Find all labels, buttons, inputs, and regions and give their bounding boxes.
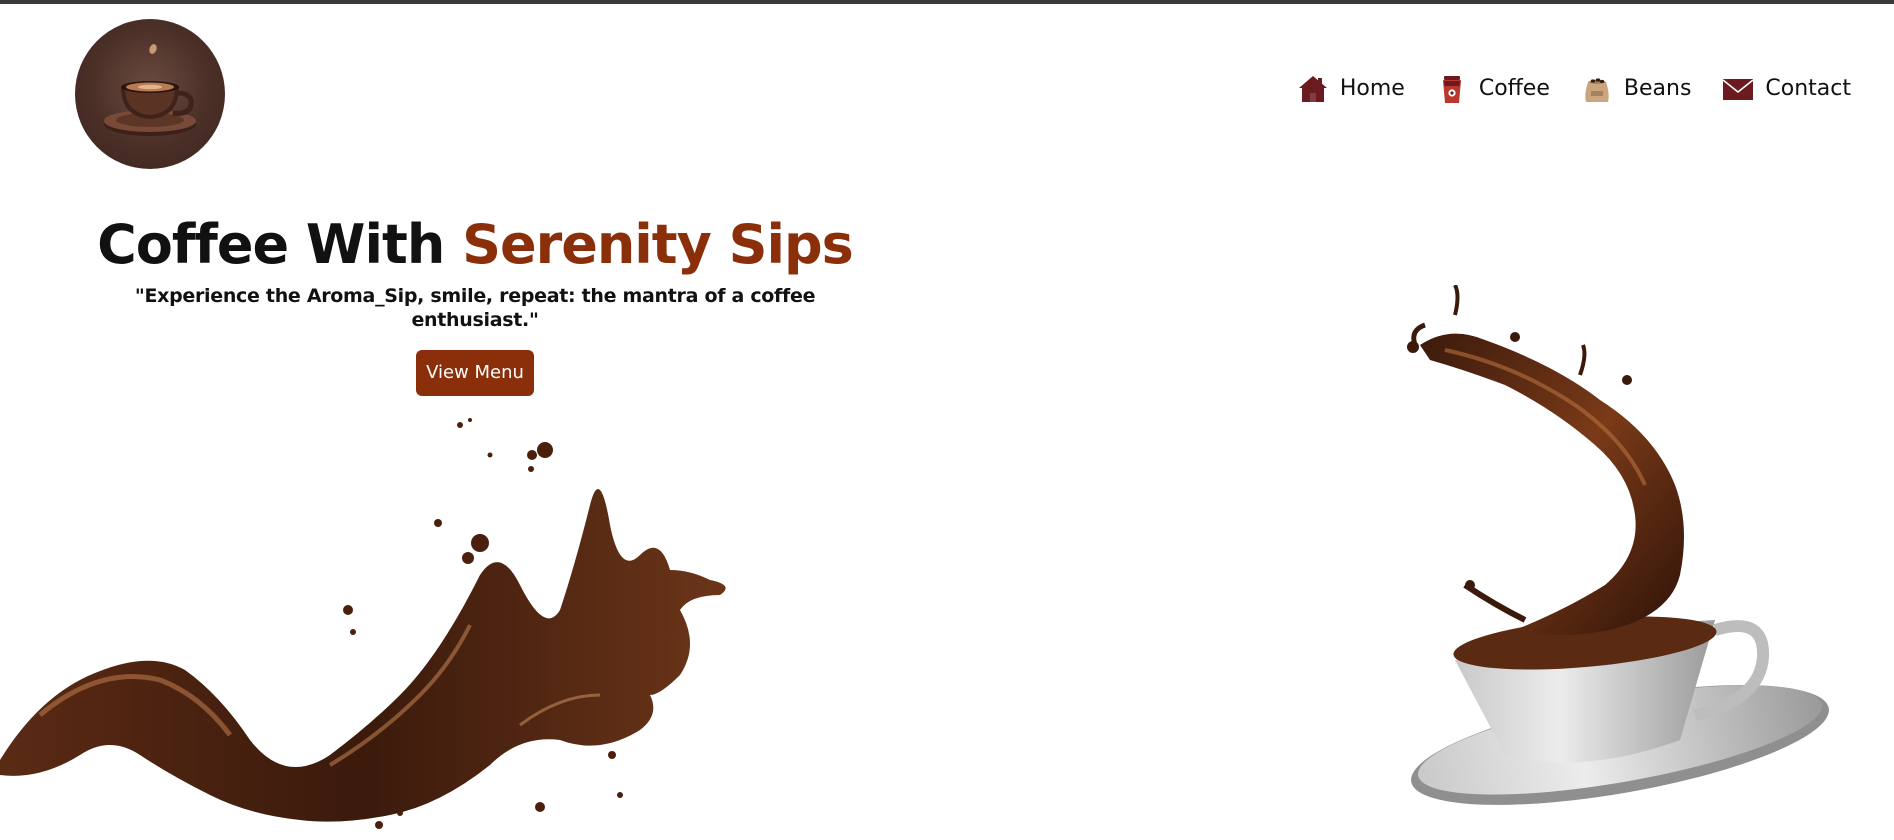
coffee-cup-icon [1435,72,1469,106]
main-nav: Home Coffee Beans Contact [1266,72,1851,106]
envelope-icon [1721,72,1755,106]
nav-label-contact: Contact [1765,76,1851,101]
top-border [0,0,1894,4]
hero-quote: "Experience the Aroma_Sip, smile, repeat… [134,285,816,331]
home-icon [1296,72,1330,106]
hero-title-main: Coffee With [97,213,463,276]
coffee-cup-logo-icon [104,44,196,136]
nav-label-home: Home [1339,76,1405,101]
nav-item-contact[interactable]: Contact [1721,72,1851,106]
coffee-cup-splash-image [1355,285,1835,815]
nav-label-coffee: Coffee [1478,76,1550,101]
view-menu-button[interactable]: View Menu [416,350,534,396]
coffee-splash-image [0,395,740,840]
hero-title-accent: Serenity Sips [462,213,854,276]
nav-item-home[interactable]: Home [1296,72,1405,106]
page: Home Coffee Beans Contact Coffee With Se… [0,0,1894,840]
hero-section: Coffee With Serenity Sips "Experience th… [95,210,855,396]
nav-item-coffee[interactable]: Coffee [1435,72,1550,106]
site-logo[interactable] [75,19,225,169]
hero-title: Coffee With Serenity Sips [95,210,855,280]
nav-label-beans: Beans [1623,76,1692,101]
coffee-beans-sack-icon [1580,72,1614,106]
nav-item-beans[interactable]: Beans [1580,72,1692,106]
